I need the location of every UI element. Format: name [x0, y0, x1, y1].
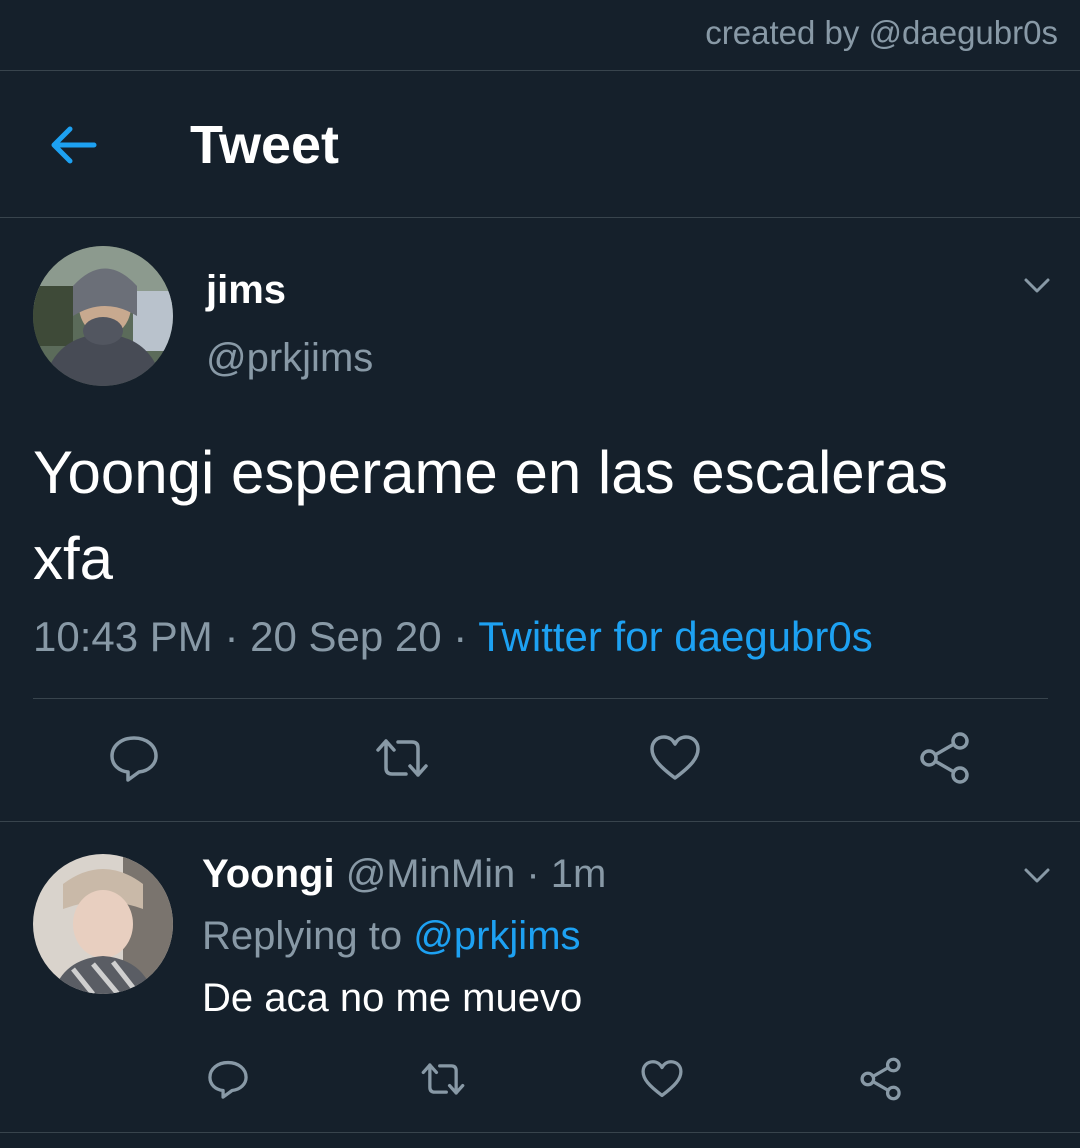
replying-label: Replying to [202, 914, 403, 958]
avatar-image [33, 246, 173, 386]
retweet-icon [421, 1063, 465, 1095]
heart-icon [641, 1060, 683, 1098]
credit-bar: created by @daegubr0s [0, 0, 1080, 71]
page-title: Tweet [190, 115, 340, 175]
arrow-left-icon [51, 126, 97, 164]
divider [33, 698, 1048, 699]
like-button[interactable] [647, 730, 703, 786]
like-button[interactable] [639, 1056, 685, 1102]
credit-text: created by @daegubr0s [705, 14, 1058, 51]
reply-text: De aca no me muevo [202, 976, 583, 1020]
tweet-time: 10:43 PM [33, 613, 213, 660]
avatar[interactable] [33, 854, 173, 994]
back-button[interactable] [44, 120, 104, 170]
more-options-button[interactable] [1022, 270, 1052, 300]
tweet-date: 20 Sep 20 [250, 613, 442, 660]
reply-tweet[interactable]: Yoongi @MinMin · 1m Replying to @prkjims… [0, 822, 1080, 1133]
share-icon [860, 1057, 901, 1101]
reply-button[interactable] [205, 1056, 251, 1102]
display-name[interactable]: Yoongi [202, 852, 335, 896]
user-handle[interactable]: @MinMin [346, 852, 516, 896]
replying-to: Replying to @prkjims [202, 914, 581, 959]
avatar-image [33, 854, 173, 994]
meta-separator: · [526, 852, 540, 896]
tweet-source-link[interactable]: Twitter for daegubr0s [478, 613, 873, 660]
chevron-down-icon [1024, 868, 1050, 883]
header: Tweet [0, 70, 1080, 218]
tweet-text: Yoongi esperame en las escaleras xfa [33, 439, 949, 592]
reply-button[interactable] [106, 730, 162, 786]
tweet-meta: 10:43 PM · 20 Sep 20 · Twitter for daegu… [33, 613, 873, 661]
reply-icon [110, 736, 158, 782]
share-icon [920, 732, 969, 784]
retweet-button[interactable] [374, 730, 430, 786]
heart-icon [650, 735, 700, 780]
main-tweet: jims @prkjims Yoongi esperame en las esc… [0, 218, 1080, 822]
retweet-button[interactable] [420, 1056, 466, 1102]
retweet-icon [376, 739, 428, 777]
avatar[interactable] [33, 246, 173, 386]
reply-icon [208, 1060, 248, 1099]
reply-time: 1m [550, 852, 607, 896]
share-button[interactable] [858, 1056, 904, 1102]
chevron-down-icon [1024, 278, 1050, 293]
meta-separator: · [224, 613, 251, 660]
mention-link[interactable]: @prkjims [413, 914, 580, 958]
more-options-button[interactable] [1022, 860, 1052, 890]
display-name[interactable]: jims [206, 268, 286, 313]
user-handle[interactable]: @prkjims [206, 336, 373, 381]
share-button[interactable] [917, 730, 973, 786]
reply-header: Yoongi @MinMin · 1m [202, 852, 606, 897]
meta-separator: · [453, 613, 479, 660]
